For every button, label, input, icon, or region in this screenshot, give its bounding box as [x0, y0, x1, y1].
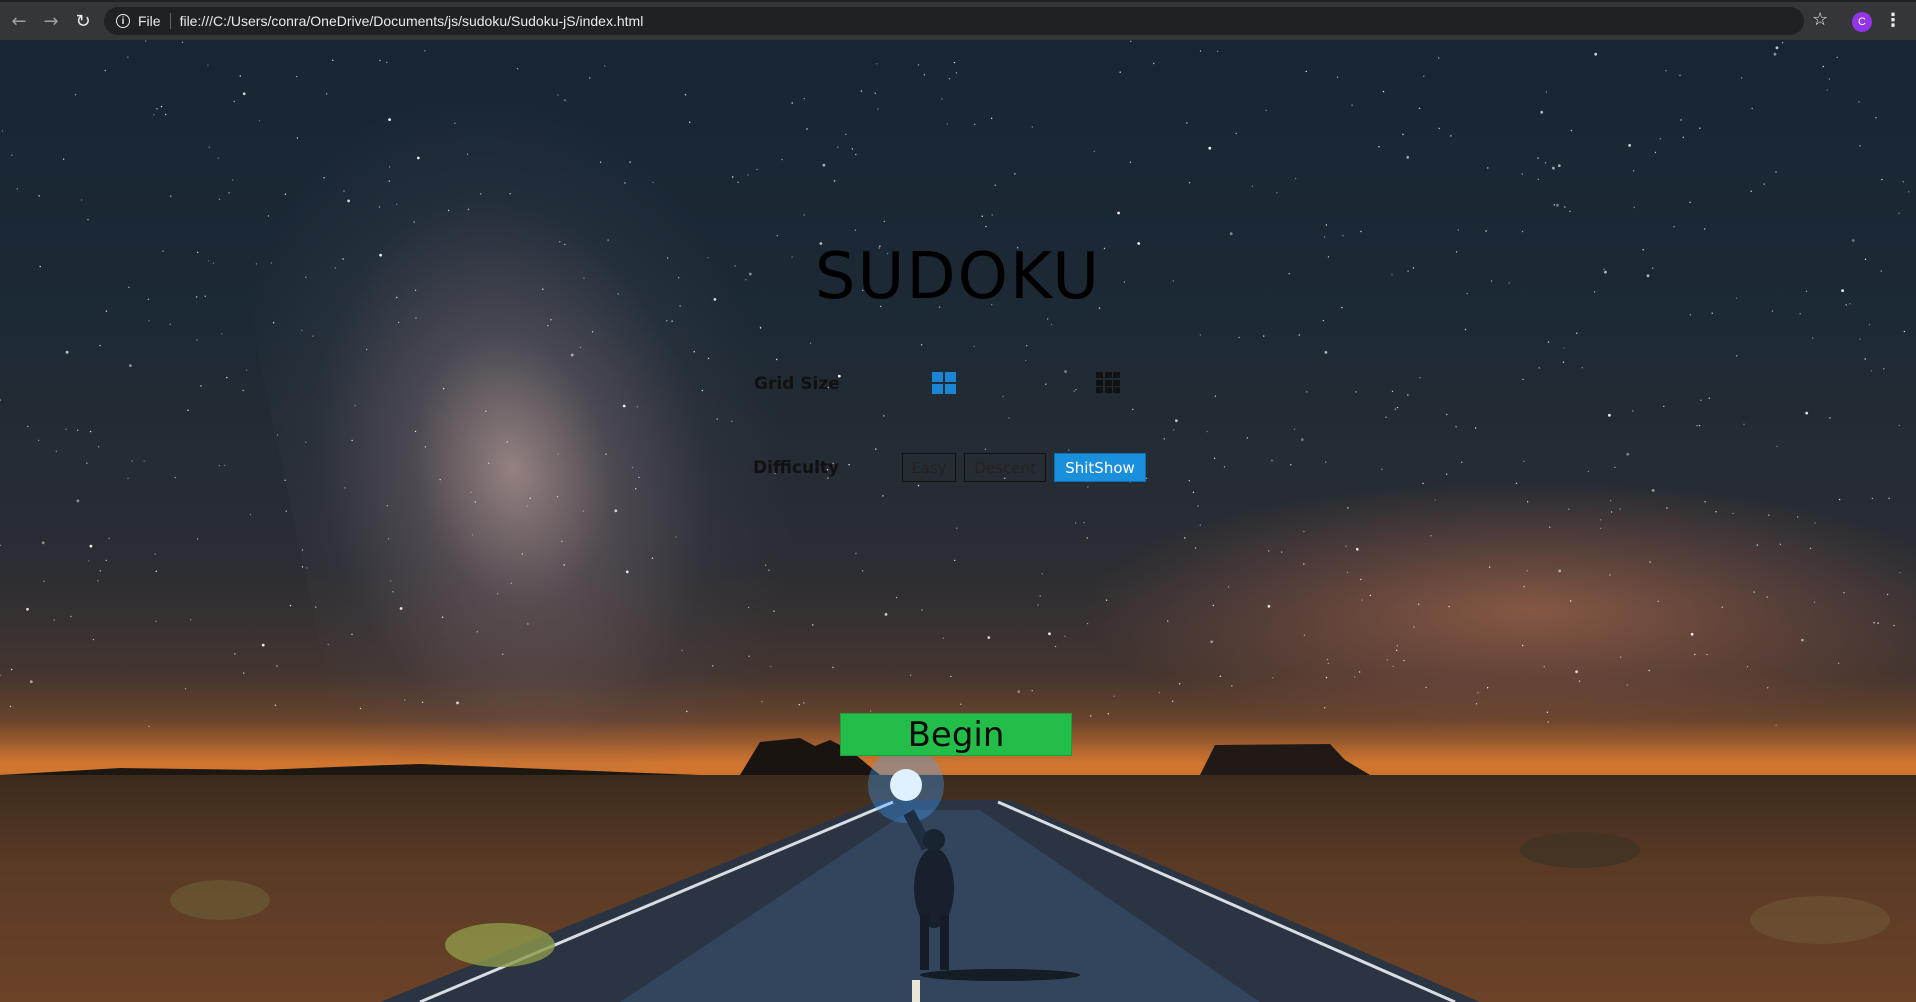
grid-2x2-icon[interactable]	[932, 372, 956, 394]
difficulty-descent-button[interactable]: Descent	[964, 453, 1046, 482]
difficulty-shitshow-button[interactable]: ShitShow	[1054, 453, 1146, 482]
forward-icon[interactable]: →	[36, 6, 66, 36]
browser-toolbar: ← → ↻ i File file:///C:/Users/conra/OneD…	[0, 0, 1916, 40]
profile-avatar[interactable]: C	[1852, 12, 1872, 32]
difficulty-easy-button[interactable]: Easy	[902, 453, 956, 482]
scheme-label: File	[138, 13, 161, 29]
road-scene	[0, 738, 1890, 1002]
difficulty-label: Difficulty	[753, 458, 840, 478]
back-icon[interactable]: ←	[4, 6, 34, 36]
background-image	[0, 40, 1916, 1002]
page-title: SUDOKU	[814, 240, 1102, 314]
url-text[interactable]: file:///C:/Users/conra/OneDrive/Document…	[180, 13, 644, 29]
reload-icon[interactable]: ↻	[68, 6, 98, 36]
address-bar[interactable]: i File file:///C:/Users/conra/OneDrive/D…	[104, 7, 1804, 35]
grid-size-label: Grid Size	[754, 374, 840, 394]
grid-3x3-icon[interactable]	[1096, 372, 1120, 394]
bookmark-star-icon[interactable]: ☆	[1812, 9, 1828, 30]
divider	[169, 13, 171, 29]
begin-button[interactable]: Begin	[840, 713, 1072, 756]
menu-icon[interactable]: ⋮	[1884, 10, 1902, 31]
info-icon[interactable]: i	[116, 14, 130, 28]
